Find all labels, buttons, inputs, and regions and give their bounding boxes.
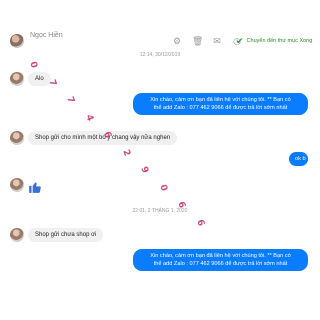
move-to-done-button[interactable]: ✔ Chuyển đến thư mục Xong [236,36,312,46]
message-line: Xin chào, cảm ơn bạn đã liên hệ với chún… [150,253,291,259]
contact-name[interactable]: Ngọc Hiền [30,32,63,39]
watermark-char: 2 [119,147,132,158]
message-line: Xin chào, cảm ơn bạn đã liên hệ với chún… [150,97,291,103]
sender-avatar[interactable] [10,72,24,86]
sender-avatar[interactable] [10,228,24,242]
trash-icon[interactable]: 🗑 [192,36,203,46]
timestamp-divider: 22:01, 2 THÁNG 1, 2020 [132,208,188,214]
watermark-char: 4 [82,112,95,123]
watermark-char: 7 [64,95,76,105]
contact-avatar[interactable] [10,34,24,48]
incoming-message: Shop gửi cho mình một bó y chang vậy nữa… [28,131,178,145]
outgoing-message: Xin chào, cảm ơn bạn đã liên hệ với chún… [133,249,308,271]
header-toolbar: ⚙ 🗑 ✉ ◷ [172,36,242,46]
incoming-message: Shop gửi chưa shop ơi [28,228,104,242]
move-to-done-label: Chuyển đến thư mục Xong [246,38,313,44]
message-line: thể add Zalo : 077 462 9066 để được trả … [153,105,288,111]
gear-icon[interactable]: ⚙ [172,36,182,46]
incoming-message: Alo [28,72,51,86]
thumbs-up-icon [29,182,41,193]
watermark-char: 9 [138,165,150,175]
watermark-char: 0 [156,182,169,193]
check-icon: ✔ [236,36,244,46]
outgoing-message: ok b [289,152,308,166]
message-line: thể add Zalo : 077 462 9066 để được trả … [153,261,288,267]
sender-avatar[interactable] [10,131,24,145]
outgoing-message: Xin chào, cảm ơn bạn đã liên hệ với chún… [133,93,308,115]
conversation-header: Ngọc Hiền ⚙ 🗑 ✉ ◷ ✔ Chuyển đến thư mục X… [0,0,320,56]
envelope-icon[interactable]: ✉ [212,36,222,46]
sender-avatar[interactable] [10,178,24,192]
watermark-char: 0 [27,60,39,70]
message-line: ok b [295,156,306,162]
watermark-char: 6 [193,217,206,228]
timestamp-divider: 12:14, 30/12/2019 [139,52,181,58]
